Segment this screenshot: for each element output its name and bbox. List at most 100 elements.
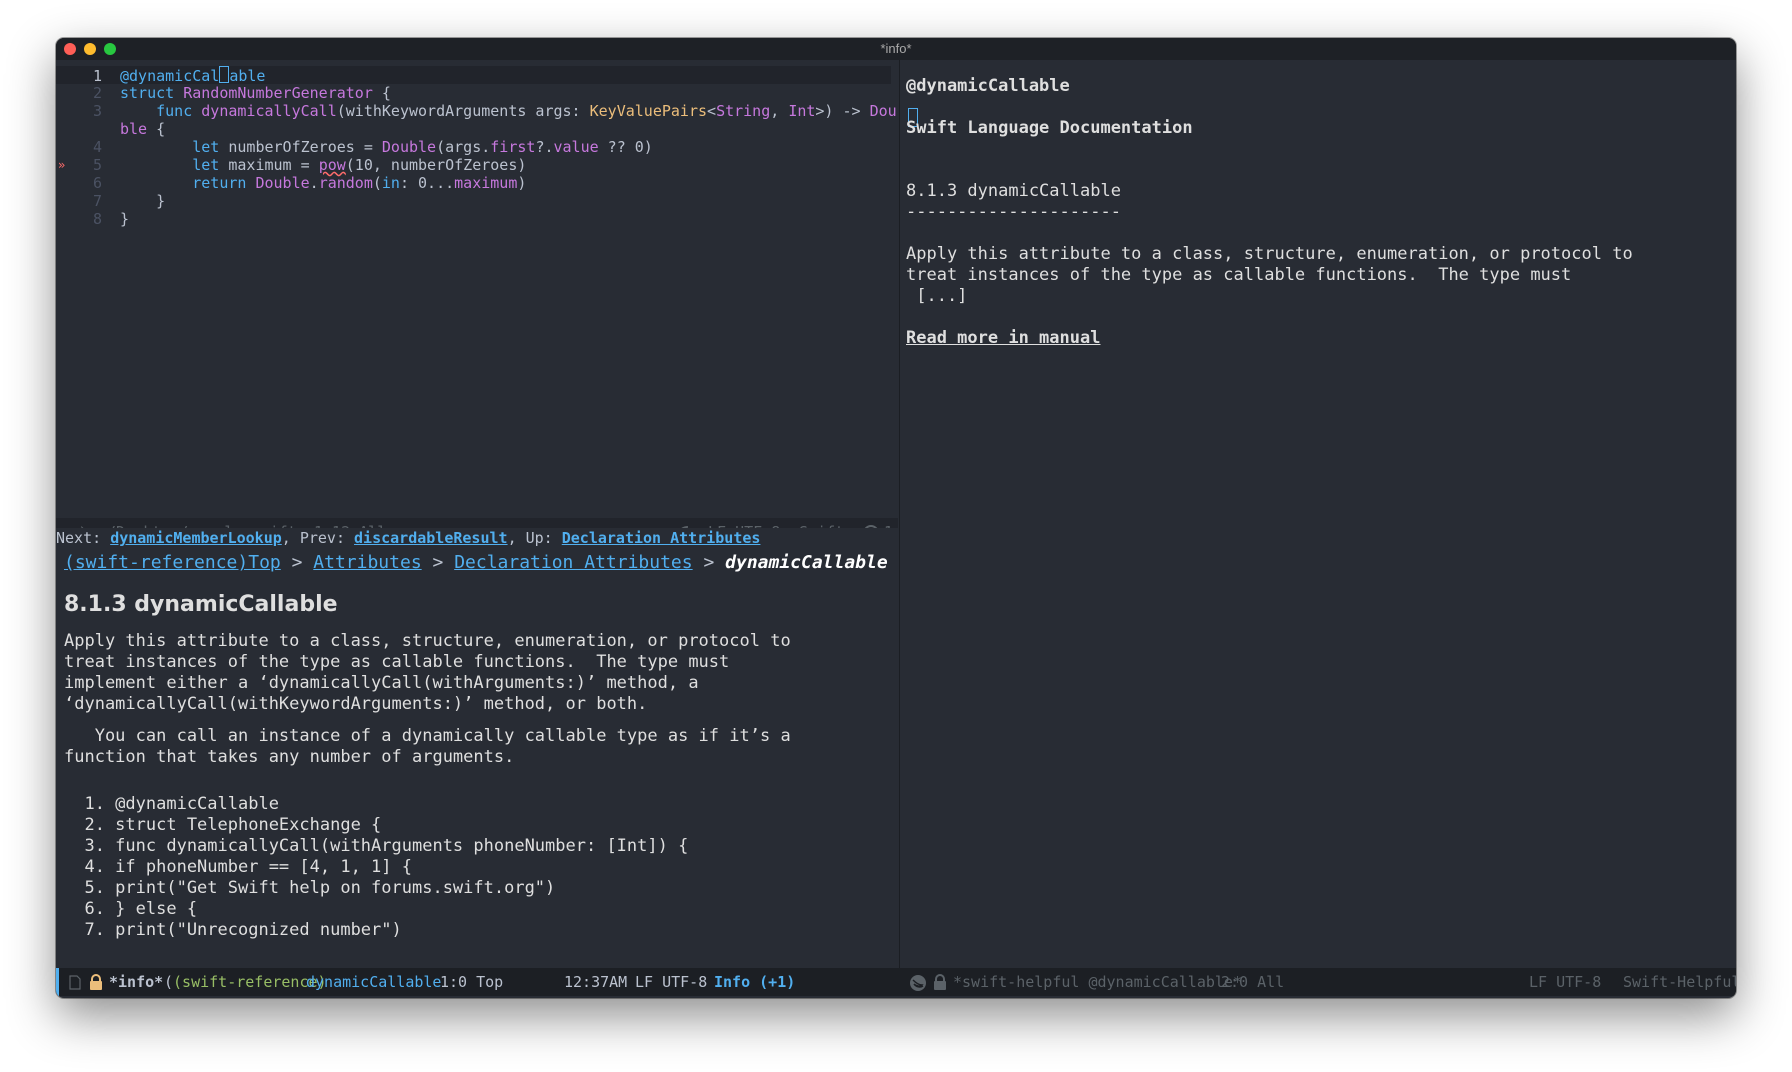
- code-token: value: [553, 138, 599, 156]
- code-token: {: [147, 120, 166, 138]
- code-token: (args.: [436, 138, 491, 156]
- info-heading: 8.1.3 dynamicCallable: [64, 592, 338, 617]
- info-position: 1:0 Top: [440, 973, 504, 991]
- code-editor[interactable]: 1 @dynamicCal able 2 struct RandomNumberGene…: [56, 66, 897, 228]
- lock-icon: [89, 968, 103, 996]
- window-title: *info*: [880, 41, 912, 56]
- code-token: Dou: [869, 102, 897, 120]
- line-number: 3: [92, 102, 102, 120]
- helpful-title: @dynamicCallable: [906, 76, 1070, 96]
- code-line[interactable]: 7 }: [56, 192, 897, 210]
- code-token: @dynamicCal: [120, 67, 220, 85]
- up-label: Up:: [525, 529, 553, 547]
- info-modeline: *info* ((swift-reference) dynamicCallabl…: [56, 968, 901, 996]
- code-line[interactable]: 4 let numberOfZeroes = Double(args.first…: [56, 138, 897, 156]
- code-token: ?? 0): [598, 138, 653, 156]
- code-token: let: [192, 156, 229, 174]
- code-line[interactable]: 2 struct RandomNumberGenerator {: [56, 84, 897, 102]
- line-number: 8: [92, 210, 102, 228]
- list-item: 1. @dynamicCallable: [64, 794, 279, 814]
- helpful-underline: ---------------------: [906, 202, 1121, 222]
- code-token: String: [716, 102, 771, 120]
- code-token: first: [490, 138, 536, 156]
- breadcrumb-current: dynamicCallable: [725, 552, 888, 573]
- code-line[interactable]: ble {: [56, 120, 897, 138]
- code-token: >) ->: [815, 102, 870, 120]
- breadcrumb: (swift-reference)Top > Attributes > Decl…: [64, 552, 888, 573]
- code-token: able: [229, 67, 266, 85]
- info-encoding: LF UTF-8: [635, 973, 708, 991]
- code-token: Double: [381, 138, 437, 156]
- list-item: 5. print("Get Swift help on forums.swift…: [64, 878, 556, 898]
- buffer-name: *info*: [109, 973, 164, 991]
- breadcrumb-attributes-link[interactable]: Attributes: [313, 552, 421, 573]
- info-major-mode[interactable]: Info (+1): [714, 968, 795, 996]
- list-item: 3. func dynamicallyCall(withArguments ph…: [64, 836, 689, 856]
- helpful-subtitle: Swift Language Documentation: [906, 118, 1193, 138]
- code-token: ?.: [535, 138, 554, 156]
- code-editor-pane[interactable]: 1 @dynamicCal able 2 struct RandomNumberGene…: [56, 60, 898, 518]
- info-paragraph-1: Apply this attribute to a class, structu…: [64, 631, 791, 714]
- code-line[interactable]: 5 let maximum = pow(10, numberOfZeroes)»: [56, 156, 897, 174]
- code-token: ,: [770, 102, 789, 120]
- helpful-modeline: *swift-helpful @dynamicCallable* 2:0 All…: [899, 968, 1736, 996]
- code-token: }: [120, 192, 166, 210]
- up-node-link[interactable]: Declaration Attributes: [562, 529, 761, 547]
- next-node-link[interactable]: dynamicMemberLookup: [110, 529, 282, 547]
- code-token: maximum: [454, 174, 518, 192]
- code-token: <: [707, 102, 717, 120]
- code-line[interactable]: 1 @dynamicCal able: [56, 66, 891, 85]
- code-line[interactable]: 3 func dynamicallyCall(withKeywordArgume…: [56, 102, 897, 120]
- helpful-position: 2:0 All: [1221, 973, 1285, 991]
- swift-circle-icon: [909, 968, 927, 996]
- breadcrumb-top-link[interactable]: (swift-reference)Top: [64, 552, 281, 573]
- code-token: pow: [318, 156, 346, 174]
- list-item: 6. } else {: [64, 899, 198, 919]
- clock: 12:37AM: [564, 973, 628, 991]
- info-node-name: (swift-reference): [173, 973, 327, 991]
- error-marker-icon: »: [58, 158, 66, 172]
- info-nav-header: Next: dynamicMemberLookup, Prev: discard…: [56, 528, 898, 548]
- code-example-list: 1. @dynamicCallable 2. struct TelephoneE…: [64, 794, 688, 941]
- line-number: 4: [92, 138, 102, 156]
- code-token: return: [192, 174, 256, 192]
- helpful-body: Apply this attribute to a class, structu…: [906, 244, 1633, 306]
- code-token: numberOfZeroes =: [228, 138, 382, 156]
- prev-node-link[interactable]: discardableResult: [354, 529, 508, 547]
- helpful-major-mode[interactable]: Swift-Helpful (+1): [1623, 968, 1736, 996]
- code-token: (10, numberOfZeroes): [345, 156, 527, 174]
- code-token: struct: [120, 84, 184, 102]
- code-token: (withKeywordArguments args:: [336, 102, 590, 120]
- code-token: ): [517, 174, 527, 192]
- helpful-encoding: LF UTF-8: [1529, 973, 1602, 991]
- list-item: 2. struct TelephoneExchange {: [64, 815, 382, 835]
- line-number: 7: [92, 192, 102, 210]
- code-line[interactable]: 8}: [56, 210, 897, 228]
- next-label: Next:: [56, 529, 102, 547]
- line-number: 1: [92, 67, 102, 85]
- info-pane[interactable]: (swift-reference)Top > Attributes > Decl…: [56, 546, 898, 986]
- code-token: }: [120, 210, 130, 228]
- read-more-link[interactable]: Read more in manual: [906, 328, 1100, 349]
- code-token: let: [192, 138, 229, 156]
- code-token: {: [372, 84, 391, 102]
- breadcrumb-declaration-link[interactable]: Declaration Attributes: [454, 552, 692, 573]
- helpful-buffer-name: *swift-helpful @dynamicCallable*: [953, 973, 1242, 991]
- helpful-pane[interactable]: @dynamicCallable Swift Language Document…: [899, 60, 1736, 968]
- file-icon: [69, 968, 81, 996]
- line-number: 2: [92, 84, 102, 102]
- code-token: (: [372, 174, 382, 192]
- code-line[interactable]: 6 return Double.random(in: 0...maximum): [56, 174, 897, 192]
- code-token: ble: [120, 120, 148, 138]
- code-token: dynamicallyCall: [201, 102, 337, 120]
- code-token: : 0...: [399, 174, 455, 192]
- code-token: Int: [788, 102, 816, 120]
- code-token: in: [381, 174, 400, 192]
- code-token: func: [156, 102, 202, 120]
- text-cursor: [219, 66, 230, 83]
- title-bar: *info*: [56, 38, 1736, 60]
- helpful-section: 8.1.3 dynamicCallable: [906, 181, 1121, 201]
